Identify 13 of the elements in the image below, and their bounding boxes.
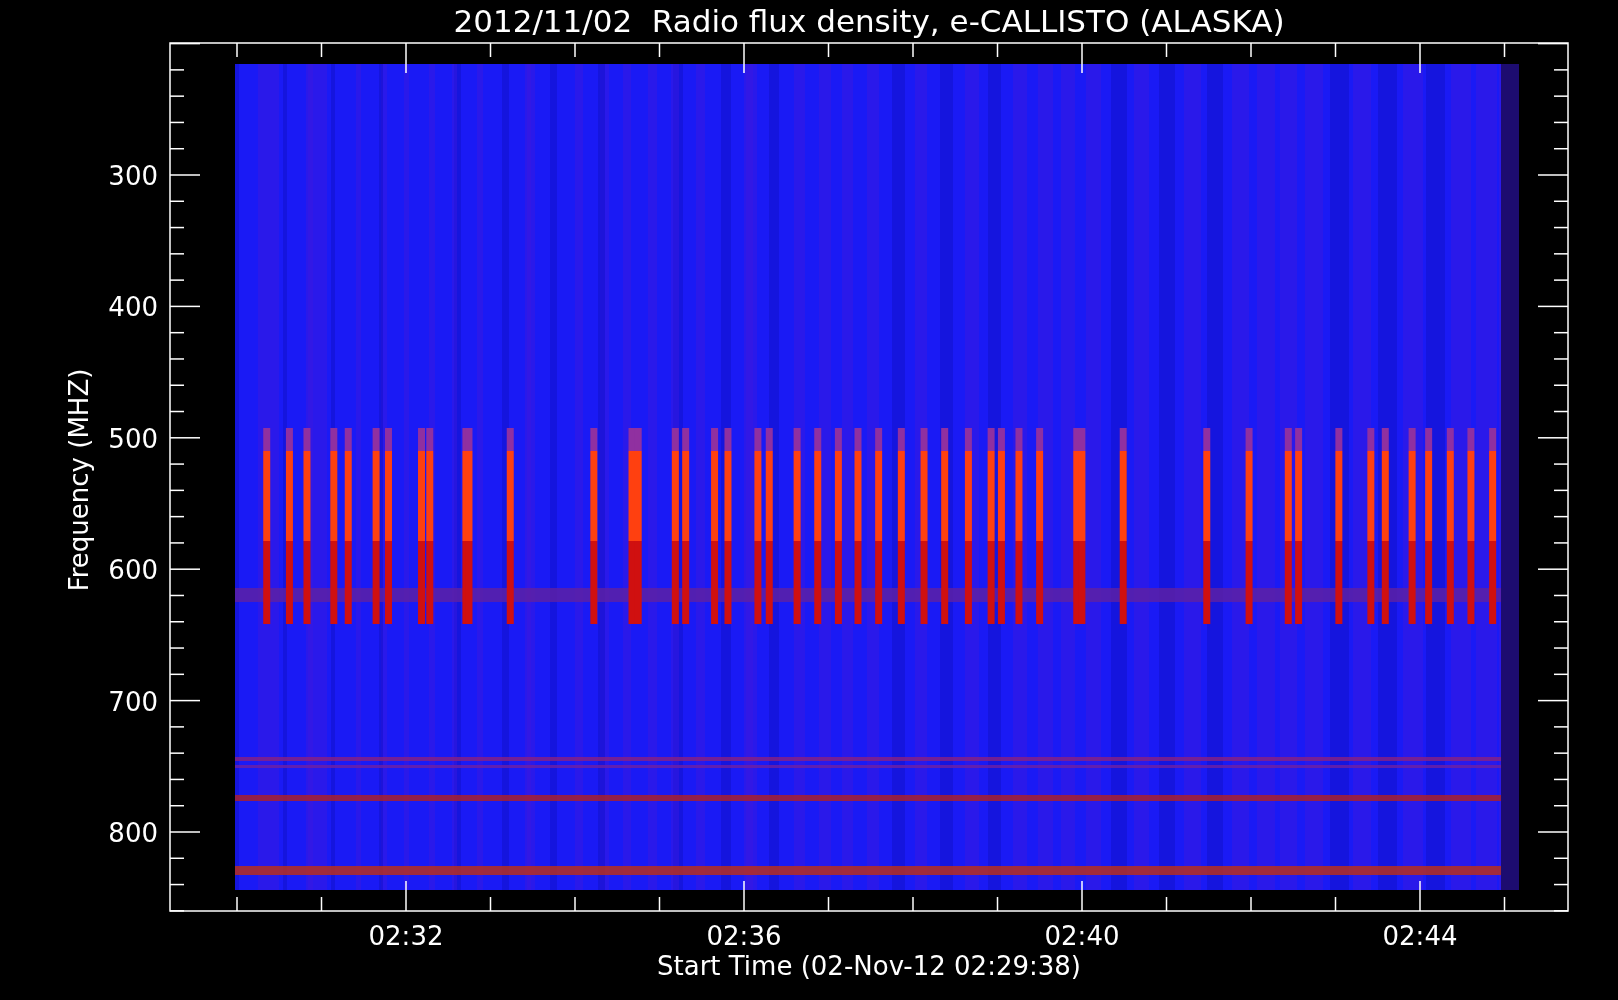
axis-tick-label: 500 (108, 423, 158, 454)
axis-tick-label: 700 (108, 686, 158, 717)
axis-tick-label: 800 (108, 818, 158, 848)
chart-title: 2012/11/02 Radio flux density, e-CALLISTO (ALASKA) (453, 3, 1285, 39)
axis-tick-label: 300 (108, 161, 158, 191)
axis-label: Frequency (MHZ) (64, 368, 94, 592)
axis-tick-label: 02:32 (368, 921, 444, 951)
axis-label: Start Time (02-Nov-12 02:29:38) (657, 951, 1081, 981)
axis-tick-label: 02:36 (706, 921, 782, 951)
axis-tick-label: 02:44 (1382, 921, 1458, 951)
axis-tick-label: 600 (108, 555, 158, 586)
axis-tick-label: 400 (108, 292, 158, 323)
axis-tick-label: 02:40 (1044, 921, 1120, 951)
